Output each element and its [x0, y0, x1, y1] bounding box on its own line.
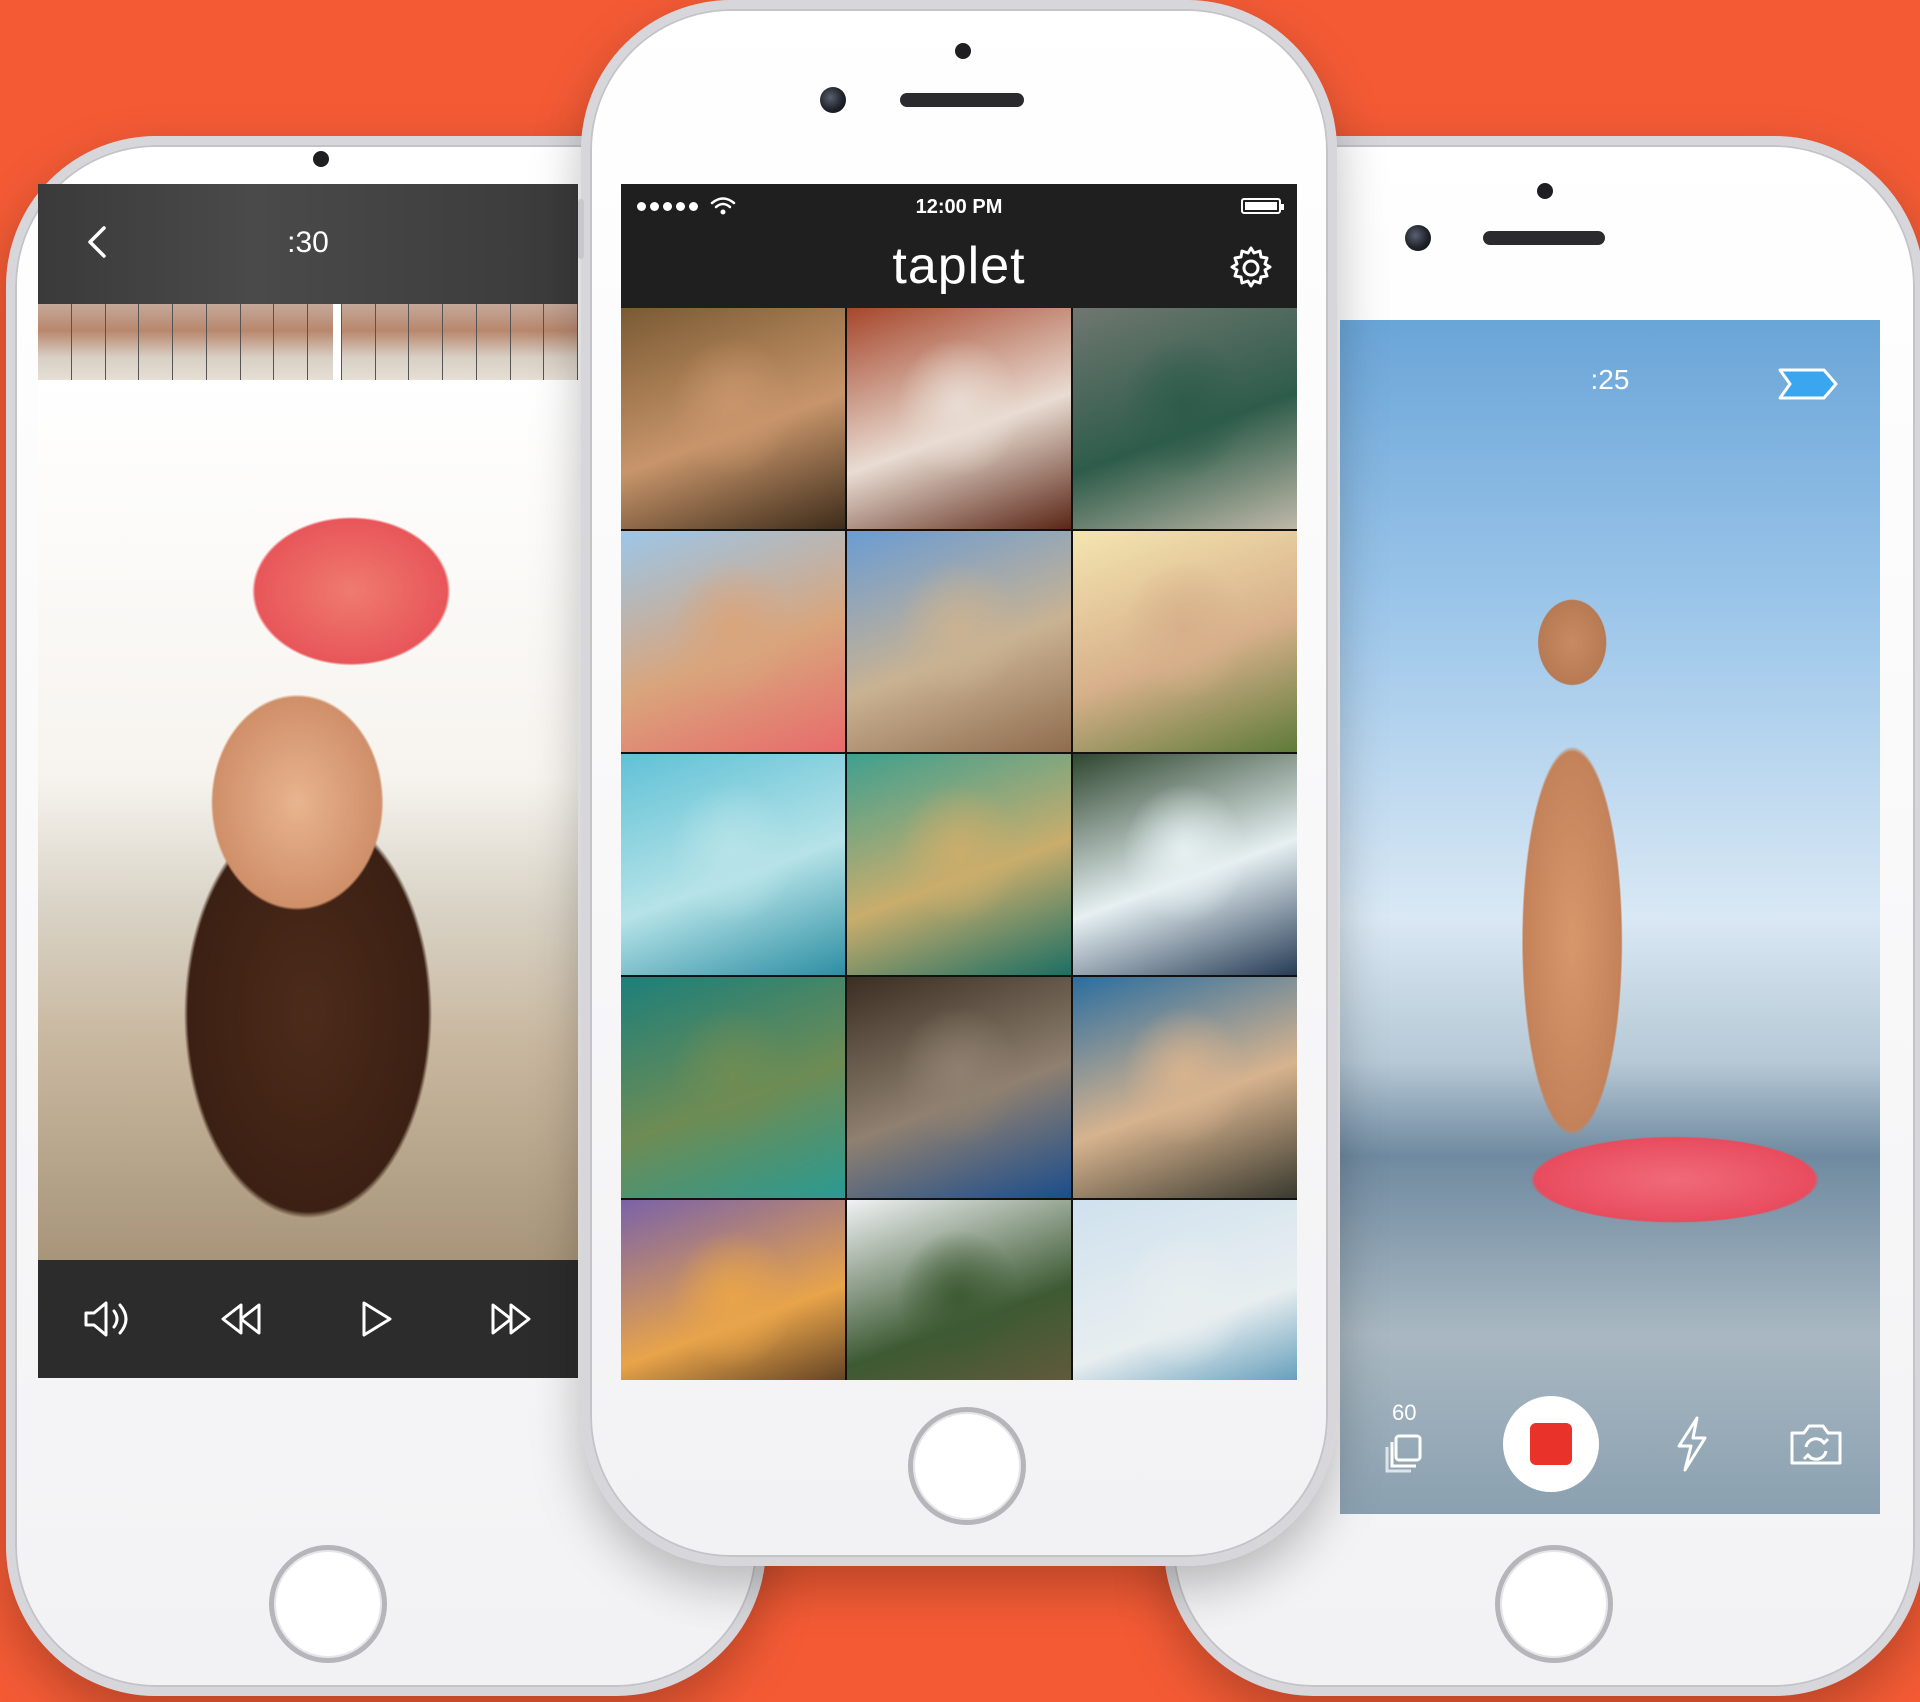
film-frame [71, 304, 106, 380]
status-time: 12:00 PM [915, 196, 1003, 218]
video-thumbnail[interactable] [1073, 977, 1297, 1198]
app-logo: taplet [892, 237, 1026, 295]
flip-camera-icon[interactable] [1786, 1419, 1846, 1469]
film-frame [105, 304, 140, 380]
video-thumbnail[interactable] [1073, 531, 1297, 752]
status-bar: 12:00 PM [621, 184, 1297, 232]
film-frame [409, 304, 443, 380]
rewind-icon[interactable] [211, 1289, 271, 1349]
video-thumbnail[interactable] [847, 977, 1071, 1198]
film-frame [341, 304, 376, 380]
film-frame [375, 304, 410, 380]
proximity-sensor [313, 151, 329, 167]
camera-controls: 60 [1340, 1374, 1880, 1514]
home-button[interactable] [1495, 1545, 1613, 1663]
earpiece-speaker [1483, 231, 1605, 245]
video-thumbnail[interactable] [621, 1200, 845, 1380]
clip-duration: :30 [287, 226, 329, 259]
film-frame [544, 304, 578, 380]
scrubber-playhead[interactable] [333, 304, 341, 380]
video-thumbnail[interactable] [1073, 308, 1297, 529]
gear-icon[interactable] [1227, 244, 1275, 292]
record-button-icon [1529, 1423, 1572, 1465]
video-thumbnail[interactable] [847, 308, 1071, 529]
video-thumbnail[interactable] [621, 308, 845, 529]
video-thumbnail[interactable] [621, 531, 845, 752]
send-tag-icon[interactable] [1776, 366, 1840, 402]
video-editor-screen: :30 [38, 184, 578, 1378]
video-preview[interactable] [38, 380, 578, 1260]
clips-counter[interactable]: 60 [1374, 1400, 1434, 1484]
film-frame [274, 304, 308, 380]
battery-icon [1241, 198, 1284, 214]
film-frame [38, 304, 72, 380]
film-frame [476, 304, 511, 380]
play-icon[interactable] [346, 1289, 406, 1349]
video-thumbnail[interactable] [621, 977, 845, 1198]
camera-screen[interactable]: :25 60 [1340, 320, 1880, 1514]
volume-icon[interactable] [76, 1289, 136, 1349]
flash-icon[interactable] [1667, 1414, 1717, 1474]
clips-stack-icon [1385, 1434, 1422, 1473]
video-thumbnail-grid [621, 308, 1297, 1380]
film-frame [240, 304, 275, 380]
film-frame [173, 304, 207, 380]
film-frame [443, 304, 477, 380]
film-frame [510, 304, 545, 380]
video-thumbnail[interactable] [1073, 754, 1297, 975]
app-nav-bar: taplet [621, 232, 1297, 308]
clip-count: 60 [1392, 1400, 1417, 1425]
proximity-sensor [1537, 183, 1553, 199]
film-frame [139, 304, 173, 380]
home-button[interactable] [908, 1407, 1026, 1525]
record-button[interactable] [1502, 1396, 1599, 1492]
gallery-screen: 12:00 PM taplet [621, 184, 1297, 1380]
film-frame [206, 304, 241, 380]
video-thumbnail[interactable] [847, 1200, 1071, 1380]
playback-controls [38, 1260, 578, 1378]
video-thumbnail[interactable] [847, 754, 1071, 975]
proximity-sensor [955, 43, 971, 59]
mute-switch [578, 199, 584, 259]
video-thumbnail[interactable] [1073, 1200, 1297, 1380]
front-camera [820, 87, 846, 113]
video-thumbnail[interactable] [847, 531, 1071, 752]
editor-top-bar: :30 [38, 184, 578, 304]
home-button[interactable] [269, 1545, 387, 1663]
front-camera [1405, 225, 1431, 251]
video-thumbnail[interactable] [621, 754, 845, 975]
fast-forward-icon[interactable] [481, 1289, 541, 1349]
filmstrip-scrubber[interactable] [38, 304, 578, 380]
earpiece-speaker [900, 93, 1024, 107]
